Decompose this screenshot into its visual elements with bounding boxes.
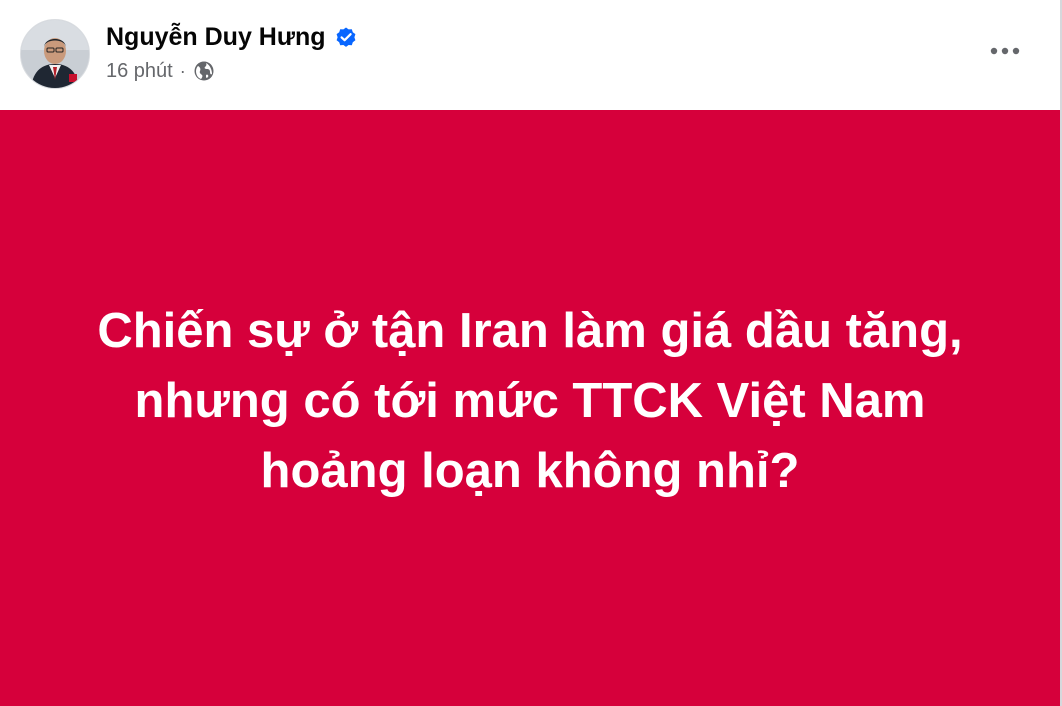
- banner-line: Chiến sự ở tận Iran làm giá dầu tăng,: [97, 304, 963, 358]
- post-meta: 16 phút ·: [106, 58, 215, 84]
- banner-line: hoảng loạn không nhỉ?: [260, 444, 800, 498]
- more-horizontal-icon: [990, 47, 1020, 55]
- banner-text: Chiến sự ở tận Iran làm giá dầu tăng, nh…: [30, 296, 1030, 506]
- author-row: Nguyễn Duy Hưng: [106, 21, 358, 53]
- meta-separator: ·: [179, 60, 186, 81]
- facebook-post: Nguyễn Duy Hưng 16 phút · Chiến sự ở tận…: [0, 0, 1062, 706]
- author-name[interactable]: Nguyễn Duy Hưng: [106, 23, 326, 52]
- more-options-button[interactable]: [982, 32, 1028, 70]
- post-header: Nguyễn Duy Hưng 16 phút ·: [0, 0, 1060, 110]
- banner-line: nhưng có tới mức TTCK Việt Nam: [134, 374, 926, 428]
- author-avatar[interactable]: [20, 19, 90, 89]
- verified-badge-icon: [334, 25, 358, 49]
- post-timestamp[interactable]: 16 phút: [106, 60, 173, 83]
- avatar-photo: [21, 20, 89, 88]
- post-text-banner[interactable]: Chiến sự ở tận Iran làm giá dầu tăng, nh…: [0, 110, 1060, 706]
- globe-icon[interactable]: [193, 60, 215, 82]
